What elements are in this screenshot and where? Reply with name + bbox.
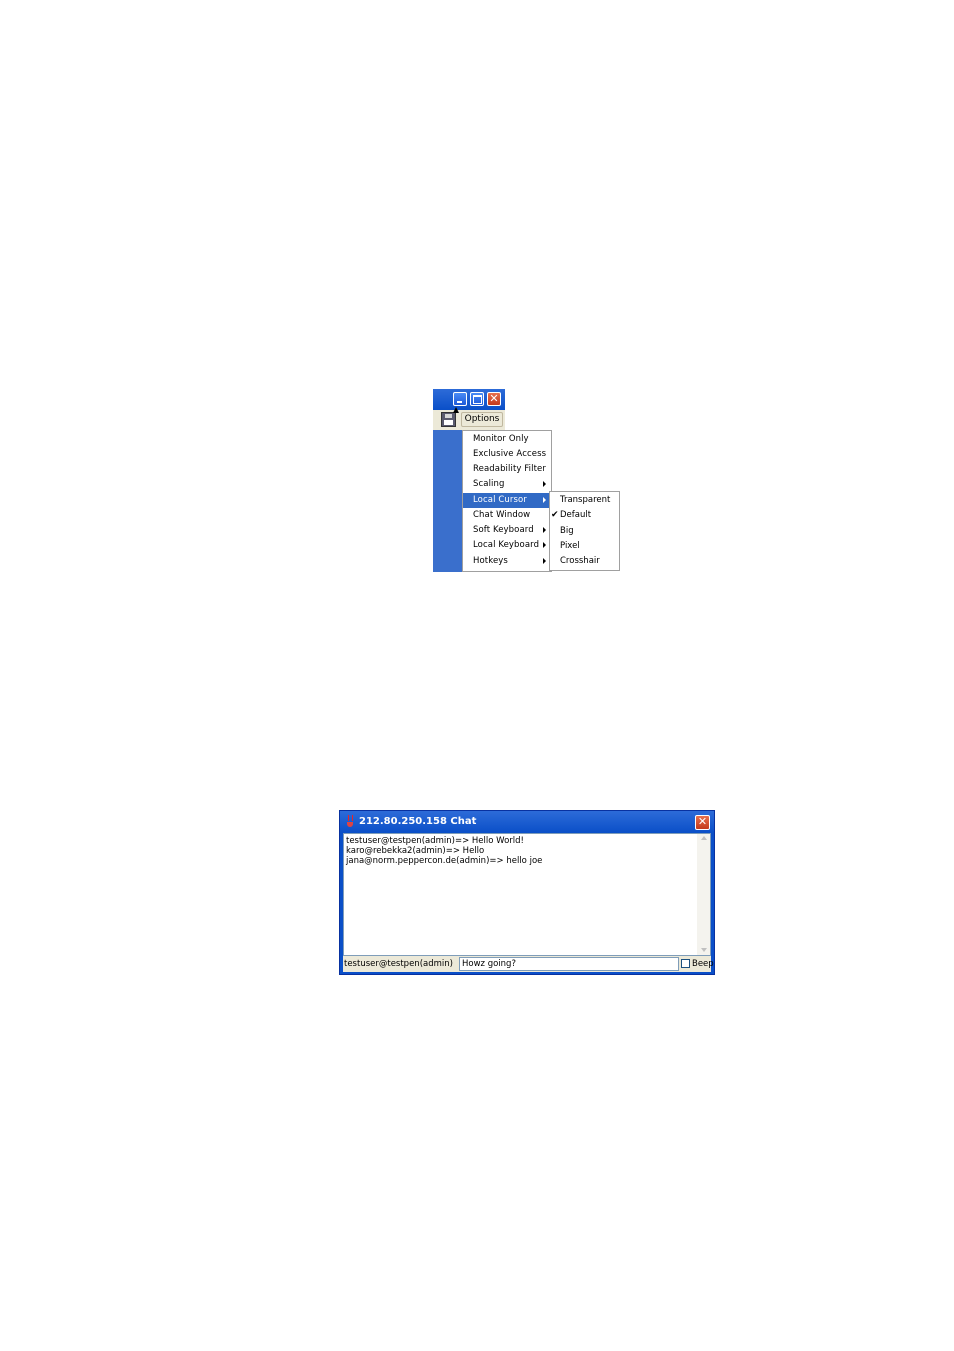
close-icon: ✕ [697, 815, 708, 828]
floppy-disk-icon[interactable] [441, 412, 456, 427]
chat-message: karo@rebekka2(admin)=> Hello [346, 846, 485, 856]
options-menu-screenshot: ✕ Options Monitor Only Exclusive Access … [433, 389, 621, 573]
chat-body: testuser@testpen(admin)=> Hello World! k… [343, 833, 714, 972]
beep-checkbox[interactable] [681, 959, 690, 968]
menu-item-monitor-only[interactable]: Monitor Only [463, 432, 551, 447]
chat-close-button[interactable]: ✕ [695, 815, 710, 830]
close-icon: ✕ [489, 392, 499, 405]
submenu-arrow-icon [543, 542, 546, 548]
submenu-arrow-icon [543, 497, 546, 503]
chat-title: 212.80.250.158 Chat [359, 816, 477, 827]
mouse-cursor-icon [453, 407, 459, 413]
desktop-background [433, 430, 462, 572]
menu-item-hotkeys[interactable]: Hotkeys [463, 554, 551, 569]
close-button[interactable]: ✕ [487, 392, 501, 406]
cursor-option-big[interactable]: Big [550, 524, 619, 539]
submenu-arrow-icon [543, 558, 546, 564]
minimize-button[interactable] [453, 392, 467, 406]
options-button[interactable]: Options [461, 412, 503, 427]
cursor-option-transparent[interactable]: Transparent [550, 493, 619, 508]
message-input[interactable]: Howz going? [459, 957, 679, 971]
maximize-button[interactable] [470, 392, 484, 406]
beep-label: Beep [692, 959, 714, 969]
menu-item-local-keyboard[interactable]: Local Keyboard [463, 538, 551, 553]
java-icon [345, 815, 355, 827]
menu-item-local-cursor[interactable]: Local Cursor [463, 493, 551, 508]
submenu-arrow-icon [543, 481, 546, 487]
chat-message: testuser@testpen(admin)=> Hello World! [346, 836, 524, 846]
cursor-option-pixel[interactable]: Pixel [550, 539, 619, 554]
chat-input-row: testuser@testpen(admin) Howz going? Beep [343, 956, 714, 972]
menu-item-soft-keyboard[interactable]: Soft Keyboard [463, 523, 551, 538]
local-cursor-submenu: Transparent ✔ Default Big Pixel Crosshair [549, 491, 620, 571]
scroll-down-icon[interactable] [701, 948, 707, 952]
submenu-arrow-icon [543, 527, 546, 533]
menu-item-chat-window[interactable]: Chat Window [463, 508, 551, 523]
options-dropdown-menu: Monitor Only Exclusive Access Readabilit… [462, 430, 552, 572]
chat-window: 212.80.250.158 Chat ✕ testuser@testpen(a… [339, 810, 715, 975]
chat-titlebar[interactable]: 212.80.250.158 Chat ✕ [340, 811, 714, 833]
chat-message: jana@norm.peppercon.de(admin)=> hello jo… [346, 856, 543, 866]
menu-item-scaling[interactable]: Scaling [463, 477, 551, 492]
cursor-option-crosshair[interactable]: Crosshair [550, 554, 619, 569]
scroll-up-icon[interactable] [701, 836, 707, 840]
menu-item-readability-filter[interactable]: Readability Filter [463, 462, 551, 477]
menu-item-exclusive-access[interactable]: Exclusive Access [463, 447, 551, 462]
vertical-scrollbar[interactable] [697, 834, 710, 955]
checkmark-icon: ✔ [551, 510, 559, 520]
cursor-option-default[interactable]: ✔ Default [550, 508, 619, 523]
current-user-label: testuser@testpen(admin) [343, 957, 458, 971]
window-titlebar: ✕ [433, 389, 505, 410]
chat-log[interactable]: testuser@testpen(admin)=> Hello World! k… [343, 833, 711, 956]
